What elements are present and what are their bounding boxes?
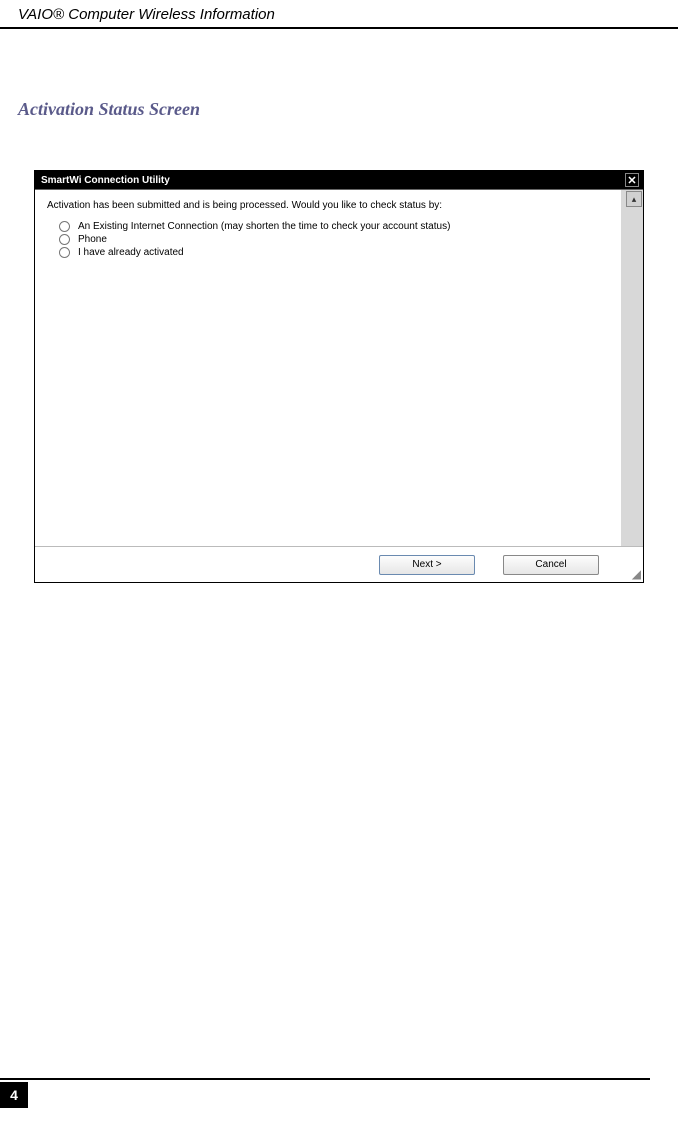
radio-option-already[interactable]: I have already activated bbox=[59, 247, 619, 258]
page-footer: 4 bbox=[0, 1082, 28, 1108]
section-heading: Activation Status Screen bbox=[18, 99, 678, 120]
scrollbar-up-button[interactable]: ▴ bbox=[626, 191, 642, 207]
dialog-title: SmartWi Connection Utility bbox=[41, 175, 170, 186]
close-icon: ✕ bbox=[627, 175, 636, 187]
page-header: VAIO® Computer Wireless Information bbox=[0, 0, 678, 29]
footer-rule bbox=[0, 1078, 678, 1080]
page-number: 4 bbox=[0, 1082, 28, 1108]
radio-input-already[interactable] bbox=[59, 247, 70, 258]
cancel-button[interactable]: Cancel bbox=[503, 555, 599, 575]
radio-label: An Existing Internet Connection (may sho… bbox=[78, 221, 450, 232]
dialog-button-row: Next > Cancel ◢ bbox=[35, 546, 643, 582]
header-title: VAIO® Computer Wireless Information bbox=[18, 6, 275, 23]
resize-grip-icon[interactable]: ◢ bbox=[629, 568, 641, 580]
radio-label: Phone bbox=[78, 234, 107, 245]
dialog-titlebar: SmartWi Connection Utility ✕ bbox=[35, 171, 643, 189]
radio-input-phone[interactable] bbox=[59, 234, 70, 245]
radio-option-phone[interactable]: Phone bbox=[59, 234, 619, 245]
radio-label: I have already activated bbox=[78, 247, 184, 258]
next-button[interactable]: Next > bbox=[379, 555, 475, 575]
close-button[interactable]: ✕ bbox=[625, 173, 639, 187]
radio-option-internet[interactable]: An Existing Internet Connection (may sho… bbox=[59, 221, 619, 232]
dialog-prompt: Activation has been submitted and is bei… bbox=[47, 200, 619, 211]
radio-input-internet[interactable] bbox=[59, 221, 70, 232]
dialog-screenshot: SmartWi Connection Utility ✕ ▴ Activatio… bbox=[34, 170, 644, 583]
dialog-body: ▴ Activation has been submitted and is b… bbox=[35, 189, 643, 546]
chevron-up-icon: ▴ bbox=[632, 194, 637, 205]
